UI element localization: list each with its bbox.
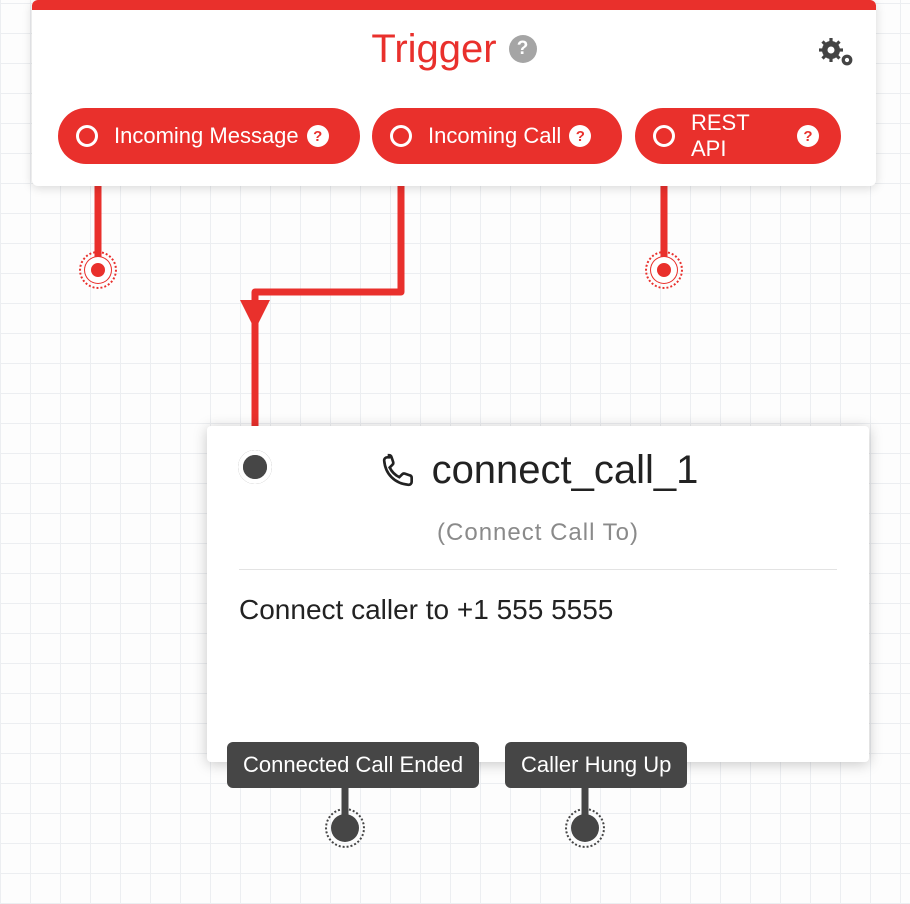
trigger-header: Trigger ? (32, 10, 876, 88)
trigger-accent-bar (32, 0, 876, 10)
trigger-output-incoming-message[interactable]: Incoming Message ? (58, 108, 360, 164)
help-icon[interactable]: ? (569, 125, 591, 147)
settings-icon[interactable] (816, 32, 858, 77)
connector-endpoint[interactable] (84, 256, 112, 284)
widget-header: connect_call_1 (207, 426, 869, 493)
phone-icon (378, 451, 418, 491)
widget-output-caller-hung-up[interactable]: Caller Hung Up (505, 742, 687, 788)
help-icon[interactable]: ? (509, 35, 537, 63)
widget-name: connect_call_1 (432, 448, 699, 493)
widget-output-label: Caller Hung Up (521, 752, 671, 777)
trigger-output-label: REST API (691, 110, 789, 162)
divider (239, 569, 837, 570)
trigger-output-label: Incoming Message (114, 123, 299, 149)
widget-description: Connect caller to +1 555 5555 (239, 594, 837, 626)
port-icon (76, 125, 98, 147)
widget-output-label: Connected Call Ended (243, 752, 463, 777)
help-icon[interactable]: ? (797, 125, 819, 147)
port-icon (653, 125, 675, 147)
widget-input-port[interactable] (238, 450, 272, 484)
trigger-output-label: Incoming Call (428, 123, 561, 149)
connector-endpoint[interactable] (331, 814, 359, 842)
widget-output-connected-call-ended[interactable]: Connected Call Ended (227, 742, 479, 788)
help-icon[interactable]: ? (307, 125, 329, 147)
port-icon (390, 125, 412, 147)
widget-node-connect-call[interactable]: connect_call_1 (Connect Call To) Connect… (207, 426, 869, 762)
trigger-output-incoming-call[interactable]: Incoming Call ? (372, 108, 622, 164)
trigger-title: Trigger (371, 27, 496, 72)
trigger-output-rest-api[interactable]: REST API ? (635, 108, 841, 164)
connector-endpoint[interactable] (571, 814, 599, 842)
widget-type-label: (Connect Call To) (207, 519, 869, 547)
connector-endpoint[interactable] (650, 256, 678, 284)
trigger-node[interactable]: Trigger ? Incom (32, 0, 876, 186)
